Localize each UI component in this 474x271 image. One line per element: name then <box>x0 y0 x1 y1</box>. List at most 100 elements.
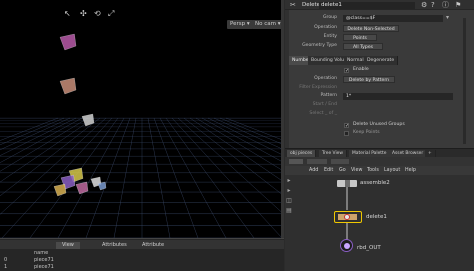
node-rbd-out[interactable] <box>340 239 353 252</box>
pin-icon[interactable]: ⚑ <box>455 0 461 10</box>
parameter-header: Delete delete1 ✂ ⚙ ? ⓘ ⚑ <box>285 0 474 10</box>
menu-view[interactable]: View <box>351 166 362 175</box>
node-label-assemble2: assemble2 <box>360 180 390 186</box>
menu-layout[interactable]: Layout <box>384 166 400 175</box>
info-icon[interactable]: ⓘ <box>442 0 449 10</box>
tab-degenerate[interactable]: Degenerate <box>364 56 399 65</box>
pattern-row: Pattern 1* <box>289 92 474 100</box>
table-row[interactable]: 1 piece71 <box>0 264 284 271</box>
group-field[interactable]: @class==$F <box>343 14 443 22</box>
spreadsheet-toolbar: View Attributes Attribute <box>0 240 284 249</box>
start-end-row: Start / End <box>289 101 474 109</box>
pattern-field[interactable]: 1* <box>343 92 453 100</box>
perspective-label: Persp <box>230 21 246 27</box>
debris-piece <box>97 181 107 191</box>
grid-line <box>177 117 284 215</box>
geometry-type-menu[interactable]: All Types <box>343 42 383 50</box>
group-menu-icon[interactable]: ▾ <box>446 14 449 22</box>
menu-add[interactable]: Add <box>309 166 318 175</box>
debris-piece <box>59 33 77 51</box>
geometry-type-row: Geometry Type All Types <box>289 42 474 50</box>
delete-unused-checkbox[interactable]: ✓ <box>344 122 349 129</box>
delete-unused-label: Delete Unused Groups <box>353 122 405 127</box>
menu-help[interactable]: Help <box>405 166 416 175</box>
node-type-icon: ✂ <box>290 1 296 9</box>
keep-points-label: Keep Points <box>353 130 380 135</box>
grid-line <box>0 117 65 146</box>
node-name-field[interactable]: delete1 <box>319 1 415 9</box>
select-label: Select _ of _ <box>309 111 337 116</box>
network-tab-bar: obj pieces Tree View Material Palette As… <box>285 148 474 158</box>
network-tool-icon[interactable]: ▸ <box>285 187 293 195</box>
row-index: 0 <box>4 257 8 263</box>
select-icon[interactable]: ↖ <box>64 10 71 18</box>
grid-line <box>195 117 284 172</box>
filter-expression-label: Filter Expression <box>299 85 337 90</box>
network-tool-icon[interactable]: ▤ <box>285 207 293 215</box>
number-operation-label: Operation <box>314 76 337 81</box>
node-label-rbd-out: rbd_OUT <box>357 245 381 251</box>
obj-path-button[interactable] <box>307 159 327 164</box>
spreadsheet-attribute-tab[interactable]: Attribute <box>136 242 170 249</box>
grid-line <box>113 117 137 238</box>
grid-line <box>0 117 71 151</box>
keep-points-checkbox[interactable] <box>344 130 349 136</box>
menu-edit[interactable]: Edit <box>324 166 333 175</box>
spreadsheet-attributes-tab[interactable]: Attributes <box>96 242 133 249</box>
node-type-label: Delete <box>302 2 321 8</box>
table-row[interactable]: 0 piece71 <box>0 257 284 264</box>
menu-go[interactable]: Go <box>339 166 346 175</box>
debris-piece <box>59 77 77 95</box>
debris-piece <box>53 183 67 197</box>
grid-line <box>0 117 107 215</box>
number-operation-row: Operation Delete by Pattern <box>289 75 474 83</box>
column-header-name: name <box>34 250 49 256</box>
perspective-menu[interactable]: Persp ▾ <box>227 20 253 29</box>
geo-path-button[interactable] <box>331 159 349 164</box>
filter-expression-row: Filter Expression <box>289 84 474 92</box>
geometry-spreadsheet: View Attributes Attribute name 0 piece71… <box>0 238 284 271</box>
row-name: piece71 <box>34 257 54 263</box>
viewport-scene <box>0 33 284 238</box>
scene-viewport[interactable]: ↖ ✣ ⟲ ⤢ Persp ▾ No cam ▾ <box>0 0 284 238</box>
grid-line <box>219 117 284 146</box>
node-assemble2[interactable] <box>337 180 357 187</box>
grid-line <box>171 117 283 238</box>
rotate-icon[interactable]: ⟲ <box>94 10 101 18</box>
network-wires <box>346 186 348 240</box>
grid-line <box>213 117 284 151</box>
group-row: Group @class==$F ▾ <box>289 14 474 22</box>
move-icon[interactable]: ✣ <box>80 10 87 18</box>
grid-line <box>189 117 284 183</box>
scale-icon[interactable]: ⤢ <box>108 10 114 18</box>
node-delete1-body <box>338 214 357 220</box>
grid-line <box>153 117 199 238</box>
start-end-label: Start / End <box>312 102 337 107</box>
gear-icon[interactable]: ⚙ <box>421 0 427 10</box>
entity-row: Entity Points <box>289 33 474 41</box>
output-node-icon <box>344 243 350 249</box>
network-tool-icon[interactable]: ▸ <box>285 177 293 185</box>
network-canvas[interactable]: ▸ ▸ ◫ ▤ assemble2 delete1 rbd_OUT <box>285 175 474 271</box>
back-icon[interactable] <box>289 159 303 164</box>
entity-menu[interactable]: Points <box>343 33 377 41</box>
operation-menu[interactable]: Delete Non-Selected <box>343 24 399 32</box>
camera-menu[interactable]: No cam ▾ <box>252 20 284 29</box>
network-tool-icon[interactable]: ◫ <box>285 197 293 205</box>
spreadsheet-view-tab[interactable]: View <box>56 242 80 249</box>
menu-tools[interactable]: Tools <box>367 166 379 175</box>
camera-label: No cam <box>255 21 276 27</box>
parameter-scrollbar[interactable] <box>463 18 466 144</box>
number-operation-menu[interactable]: Delete by Pattern <box>343 75 395 83</box>
geometry-type-label: Geometry Type <box>302 43 337 48</box>
enable-checkbox[interactable]: ✓ <box>344 67 349 74</box>
network-path-bar <box>285 157 474 166</box>
entity-label: Entity <box>323 34 337 39</box>
node-delete1-selected[interactable] <box>334 211 362 223</box>
group-label: Group <box>323 15 337 20</box>
pattern-label: Pattern <box>320 93 337 98</box>
operation-tabs: Number Bounding Volume Normal Degenerate <box>289 56 474 65</box>
grid-line <box>147 117 171 238</box>
viewport-side-toolbar <box>281 0 284 238</box>
help-icon[interactable]: ? <box>431 0 435 10</box>
